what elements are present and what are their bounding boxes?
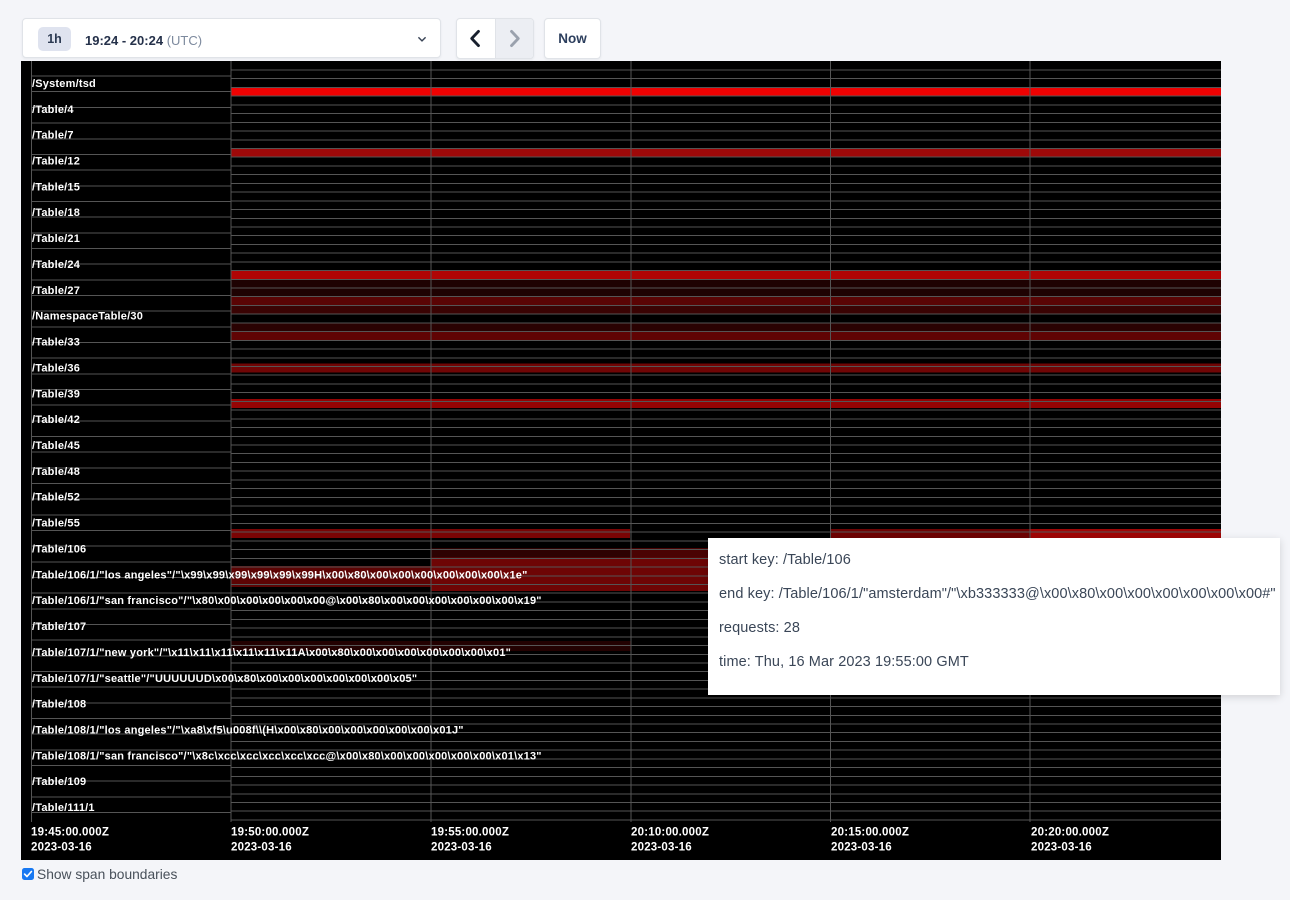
svg-text:20:15:00.000Z: 20:15:00.000Z xyxy=(831,827,909,839)
svg-text:/Table/107: /Table/107 xyxy=(32,621,86,633)
svg-text:/Table/33: /Table/33 xyxy=(32,337,80,349)
svg-text:/Table/12: /Table/12 xyxy=(32,156,80,168)
svg-text:2023-03-16: 2023-03-16 xyxy=(631,842,692,854)
svg-text:2023-03-16: 2023-03-16 xyxy=(1031,842,1092,854)
svg-text:/Table/18: /Table/18 xyxy=(32,207,80,219)
svg-text:/Table/106/1/"los angeles"/"\x: /Table/106/1/"los angeles"/"\x99\x99\x99… xyxy=(32,569,528,581)
svg-text:/Table/24: /Table/24 xyxy=(32,259,81,271)
svg-text:2023-03-16: 2023-03-16 xyxy=(431,842,492,854)
svg-text:2023-03-16: 2023-03-16 xyxy=(231,842,292,854)
svg-text:19:55:00.000Z: 19:55:00.000Z xyxy=(431,827,509,839)
svg-text:/Table/106: /Table/106 xyxy=(32,544,86,556)
svg-text:20:20:00.000Z: 20:20:00.000Z xyxy=(1031,827,1109,839)
svg-text:/Table/52: /Table/52 xyxy=(32,492,80,504)
svg-text:2023-03-16: 2023-03-16 xyxy=(831,842,892,854)
svg-text:/NamespaceTable/30: /NamespaceTable/30 xyxy=(32,311,143,323)
svg-text:/Table/107/1/"seattle"/"UUUUUU: /Table/107/1/"seattle"/"UUUUUUD\x00\x80\… xyxy=(32,673,417,685)
svg-text:/Table/109: /Table/109 xyxy=(32,776,86,788)
svg-text:/Table/108/1/"los angeles"/"\x: /Table/108/1/"los angeles"/"\xa8\xf5\u00… xyxy=(32,725,464,737)
svg-text:/Table/42: /Table/42 xyxy=(32,414,80,426)
svg-text:2023-03-16: 2023-03-16 xyxy=(31,842,92,854)
svg-text:/Table/55: /Table/55 xyxy=(32,518,80,530)
svg-text:/Table/108: /Table/108 xyxy=(32,699,86,711)
svg-text:/Table/36: /Table/36 xyxy=(32,362,80,374)
svg-text:/Table/106/1/"san francisco"/": /Table/106/1/"san francisco"/"\x80\x00\x… xyxy=(32,595,542,607)
svg-text:/Table/107/1/"new york"/"\x11\: /Table/107/1/"new york"/"\x11\x11\x11\x1… xyxy=(32,647,511,659)
svg-text:/Table/7: /Table/7 xyxy=(32,130,74,142)
svg-text:19:45:00.000Z: 19:45:00.000Z xyxy=(31,827,109,839)
svg-text:/Table/4: /Table/4 xyxy=(32,104,74,116)
svg-text:19:50:00.000Z: 19:50:00.000Z xyxy=(231,827,309,839)
svg-text:/Table/21: /Table/21 xyxy=(32,233,80,245)
svg-text:/Table/39: /Table/39 xyxy=(32,388,80,400)
svg-text:20:10:00.000Z: 20:10:00.000Z xyxy=(631,827,709,839)
svg-text:/Table/27: /Table/27 xyxy=(32,285,80,297)
svg-text:/Table/108/1/"san francisco"/": /Table/108/1/"san francisco"/"\x8c\xcc\x… xyxy=(32,750,542,762)
svg-text:/Table/15: /Table/15 xyxy=(32,181,80,193)
svg-text:/Table/48: /Table/48 xyxy=(32,466,80,478)
svg-text:/System/tsd: /System/tsd xyxy=(32,78,96,90)
svg-text:/Table/45: /Table/45 xyxy=(32,440,80,452)
svg-text:/Table/111/1: /Table/111/1 xyxy=(32,802,95,814)
